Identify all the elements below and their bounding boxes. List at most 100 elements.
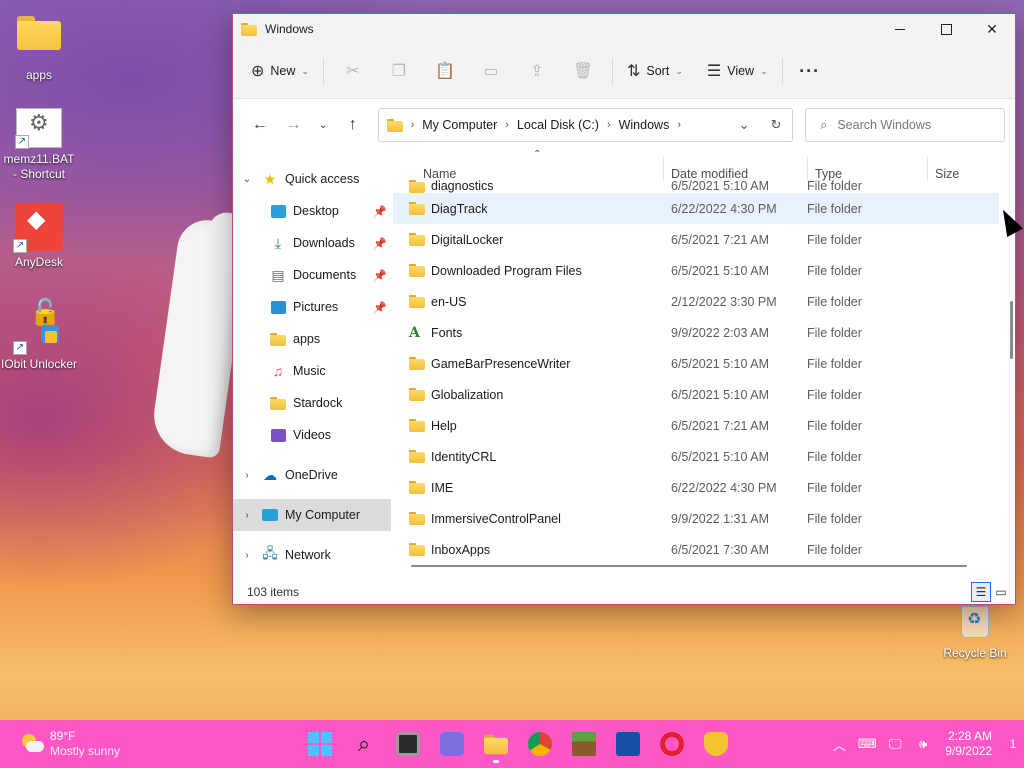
vpn-button[interactable]	[694, 724, 738, 764]
file-date: 6/5/2021 5:10 AM	[671, 449, 769, 464]
opera-button[interactable]	[650, 724, 694, 764]
document-icon: ▤	[271, 266, 285, 283]
horizontal-scrollbar[interactable]	[411, 565, 967, 567]
recent-locations-button[interactable]: ⌄	[310, 109, 336, 141]
search-input[interactable]: ⌕ Search Windows	[805, 108, 1005, 142]
chrome-button[interactable]	[518, 724, 562, 764]
search-button[interactable]: ⌕	[342, 724, 386, 764]
new-label: New	[270, 64, 296, 78]
file-explorer-taskbar-button[interactable]	[474, 724, 518, 764]
weather-condition: Mostly sunny	[50, 744, 121, 758]
breadcrumb-local-disk[interactable]: Local Disk (C:)	[517, 118, 599, 132]
desktop-icon-anydesk[interactable]: ◆ ↗ AnyDesk	[0, 203, 78, 270]
nav-apps[interactable]: apps	[233, 323, 391, 355]
table-row[interactable]: Downloaded Program Files 6/5/2021 5:10 A…	[393, 255, 999, 286]
file-name: DiagTrack	[431, 201, 488, 216]
table-row[interactable]: GameBarPresenceWriter 6/5/2021 5:10 AM F…	[393, 348, 999, 379]
minecraft-button[interactable]	[562, 724, 606, 764]
table-row[interactable]: ImmersiveControlPanel 9/9/2022 1:31 AM F…	[393, 503, 999, 534]
folder-icon	[409, 512, 425, 525]
task-view-icon	[396, 732, 420, 756]
table-row[interactable]: en-US 2/12/2022 3:30 PM File folder	[393, 286, 999, 317]
nav-network[interactable]: › 🖧 Network	[233, 539, 391, 571]
new-button[interactable]: ⊕ New ⌄	[243, 54, 317, 88]
taskbar-apps: ⌕	[298, 724, 738, 764]
file-date: 9/9/2022 1:31 AM	[671, 511, 769, 526]
task-view-button[interactable]	[386, 724, 430, 764]
nav-quick-access[interactable]: ⌄ ★ Quick access	[233, 163, 391, 195]
tiles-view-button[interactable]: ▭	[991, 582, 1011, 602]
details-view-button[interactable]: ☰	[971, 581, 991, 602]
vertical-scrollbar[interactable]	[1010, 301, 1013, 359]
volume-icon[interactable]: 🕪	[909, 736, 937, 752]
close-button[interactable]: ✕	[969, 14, 1015, 44]
table-row[interactable]: DiagTrack 6/22/2022 4:30 PM File folder	[393, 193, 999, 224]
network-status-icon[interactable]: 🖵	[881, 736, 909, 752]
table-row[interactable]: IdentityCRL 6/5/2021 5:10 AM File folder	[393, 441, 999, 472]
weather-widget[interactable]: 89°F Mostly sunny	[0, 729, 200, 759]
nav-music[interactable]: ♫ Music	[233, 355, 391, 387]
teams-chat-button[interactable]	[430, 724, 474, 764]
keyboard-icon[interactable]: ⌨	[853, 736, 881, 752]
nav-onedrive[interactable]: › ☁ OneDrive	[233, 459, 391, 491]
nav-my-computer[interactable]: › My Computer	[233, 499, 391, 531]
breadcrumb-my-computer[interactable]: My Computer	[422, 118, 497, 132]
nav-desktop[interactable]: Desktop 📌	[233, 195, 391, 227]
nav-videos[interactable]: Videos	[233, 419, 391, 451]
address-bar[interactable]: › My Computer › Local Disk (C:) › Window…	[377, 108, 794, 142]
show-hidden-icons-button[interactable]: ︿	[825, 735, 853, 754]
start-button[interactable]	[298, 724, 342, 764]
file-name: IME	[431, 480, 454, 495]
table-row[interactable]: A Fonts 9/9/2022 2:03 AM File folder	[393, 317, 999, 348]
file-name: DigitalLocker	[431, 232, 504, 247]
nav-downloads[interactable]: ⤓ Downloads 📌	[233, 227, 391, 259]
file-type: File folder	[807, 511, 862, 526]
file-type: File folder	[807, 325, 862, 340]
chevron-down-icon: ⌄	[242, 173, 252, 185]
cut-button[interactable]: ✂	[330, 54, 376, 88]
table-row[interactable]: IME 6/22/2022 4:30 PM File folder	[393, 472, 999, 503]
up-button[interactable]: ↑	[336, 109, 370, 141]
address-history-button[interactable]: ⌄	[728, 117, 760, 133]
minimize-button[interactable]	[877, 14, 923, 44]
app-blue-button[interactable]	[606, 724, 650, 764]
refresh-button[interactable]: ↻	[760, 117, 792, 133]
notification-badge[interactable]: 1	[1002, 737, 1024, 751]
folder-icon	[15, 16, 63, 64]
fonts-folder-icon: A	[409, 324, 420, 341]
nav-pictures[interactable]: Pictures 📌	[233, 291, 391, 323]
file-name: Fonts	[431, 325, 463, 340]
desktop-icon-iobit-unlocker[interactable]: 🔓 ↗ IObit Unlocker	[0, 299, 78, 372]
back-button[interactable]: ←	[243, 109, 277, 141]
table-row[interactable]: Help 6/5/2021 7:21 AM File folder	[393, 410, 999, 441]
table-row[interactable]: Globalization 6/5/2021 5:10 AM File fold…	[393, 379, 999, 410]
table-row[interactable]: diagnostics 6/5/2021 5:10 AM File folder	[393, 177, 999, 193]
delete-button[interactable]: 🗑	[560, 54, 606, 88]
explorer-body: ⌄ ★ Quick access Desktop 📌 ⤓ Downloads 📌…	[233, 149, 1015, 604]
breadcrumb-windows[interactable]: Windows	[619, 118, 670, 132]
table-row[interactable]: InboxApps 6/5/2021 7:30 AM File folder	[393, 534, 999, 563]
maximize-button[interactable]	[923, 14, 969, 44]
title-bar[interactable]: Windows ✕	[233, 14, 1015, 44]
nav-documents[interactable]: ▤ Documents 📌	[233, 259, 391, 291]
desktop-icon-label: Recycle Bin	[943, 646, 1007, 660]
file-type: File folder	[807, 201, 862, 216]
view-button[interactable]: ☰ View ⌄	[699, 54, 776, 88]
desktop-icon-recycle-bin[interactable]: ♻ Recycle Bin	[936, 602, 1014, 661]
desktop-icon-apps[interactable]: apps	[0, 8, 78, 83]
more-options-button[interactable]: ···	[789, 54, 831, 88]
file-name: Downloaded Program Files	[431, 263, 582, 278]
share-button[interactable]: ⇪	[514, 54, 560, 88]
copy-button[interactable]: ❐	[376, 54, 422, 88]
file-type: File folder	[807, 542, 862, 557]
paste-button[interactable]: 📋	[422, 54, 468, 88]
forward-button[interactable]: →	[277, 109, 311, 141]
file-date: 9/9/2022 2:03 AM	[671, 325, 769, 340]
clock[interactable]: 2:28 AM 9/9/2022	[945, 729, 992, 759]
nav-stardock[interactable]: Stardock	[233, 387, 391, 419]
rename-button[interactable]: ▭	[468, 54, 514, 88]
desktop-icon-memz-shortcut[interactable]: ⚙ ↗ memz11.BAT - Shortcut	[0, 108, 78, 182]
table-row[interactable]: DigitalLocker 6/5/2021 7:21 AM File fold…	[393, 224, 999, 255]
sort-button[interactable]: ⇅ Sort ⌄	[619, 54, 691, 88]
shortcut-arrow-icon: ↗	[13, 341, 27, 355]
